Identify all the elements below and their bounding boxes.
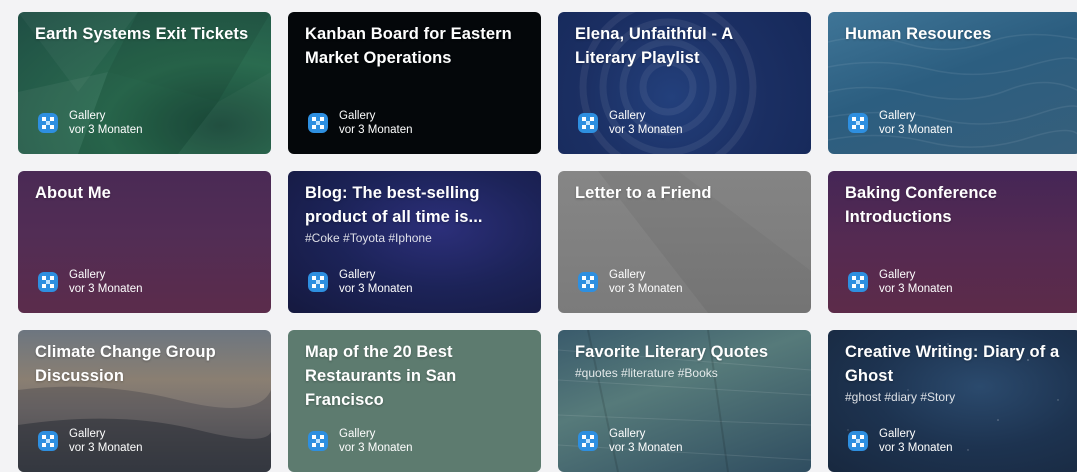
card-owner: Gallery (69, 428, 106, 440)
gallery-avatar-icon (308, 272, 328, 292)
gallery-avatar-icon (578, 431, 598, 451)
card-owner: Gallery (609, 269, 646, 281)
card-title: Kanban Board for Eastern Market Operatio… (305, 25, 512, 67)
card-timestamp: vor 3 Monaten (69, 124, 143, 136)
card-owner: Gallery (339, 110, 376, 122)
card-owner: Gallery (339, 428, 376, 440)
card-title: Human Resources (845, 25, 992, 43)
padlet-card-climate-change[interactable]: Climate Change Group Discussion Gallery … (18, 330, 271, 472)
padlet-card-about-me[interactable]: About Me Gallery vor 3 Monaten (18, 171, 271, 313)
card-tags: #quotes #literature #Books (575, 366, 718, 380)
padlet-card-baking-conference[interactable]: Baking Conference Introductions Gallery … (828, 171, 1077, 313)
card-footer: Gallery vor 3 Monaten (36, 109, 143, 137)
gallery-avatar-icon (38, 272, 58, 292)
card-owner: Gallery (879, 110, 916, 122)
card-timestamp: vor 3 Monaten (339, 442, 413, 454)
card-timestamp: vor 3 Monaten (879, 442, 953, 454)
card-title: About Me (35, 184, 111, 202)
card-footer: Gallery vor 3 Monaten (306, 268, 413, 296)
padlet-card-earth-systems[interactable]: Earth Systems Exit Tickets Gallery vor 3… (18, 12, 271, 154)
gallery-avatar-icon (308, 113, 328, 133)
card-footer: Gallery vor 3 Monaten (36, 268, 143, 296)
card-footer: Gallery vor 3 Monaten (576, 268, 683, 296)
card-title: Favorite Literary Quotes (575, 343, 769, 361)
card-owner: Gallery (609, 110, 646, 122)
gallery-avatar-icon (578, 272, 598, 292)
card-timestamp: vor 3 Monaten (69, 442, 143, 454)
padlet-card-creative-writing[interactable]: Creative Writing: Diary of a Ghost #ghos… (828, 330, 1077, 472)
card-title: Creative Writing: Diary of a Ghost (845, 343, 1060, 385)
card-tags: #Coke #Toyota #Iphone (305, 231, 432, 245)
padlet-card-literary-quotes[interactable]: Favorite Literary Quotes #quotes #litera… (558, 330, 811, 472)
card-title: Map of the 20 Best Restaurants in San Fr… (305, 343, 457, 409)
card-title: Letter to a Friend (575, 184, 712, 202)
card-owner: Gallery (339, 269, 376, 281)
card-timestamp: vor 3 Monaten (609, 283, 683, 295)
card-footer: Gallery vor 3 Monaten (576, 109, 683, 137)
gallery-avatar-icon (38, 431, 58, 451)
card-footer: Gallery vor 3 Monaten (306, 427, 413, 455)
card-owner: Gallery (609, 428, 646, 440)
card-timestamp: vor 3 Monaten (339, 124, 413, 136)
gallery-avatar-icon (308, 431, 328, 451)
card-timestamp: vor 3 Monaten (879, 283, 953, 295)
card-owner: Gallery (879, 428, 916, 440)
gallery-avatar-icon (848, 272, 868, 292)
card-timestamp: vor 3 Monaten (609, 124, 683, 136)
card-owner: Gallery (69, 269, 106, 281)
card-footer: Gallery vor 3 Monaten (36, 427, 143, 455)
card-footer: Gallery vor 3 Monaten (846, 268, 953, 296)
card-timestamp: vor 3 Monaten (339, 283, 413, 295)
card-timestamp: vor 3 Monaten (879, 124, 953, 136)
card-owner: Gallery (879, 269, 916, 281)
card-title: Blog: The best-selling product of all ti… (305, 184, 483, 226)
gallery-avatar-icon (848, 431, 868, 451)
padlet-card-blog-best-selling[interactable]: Blog: The best-selling product of all ti… (288, 171, 541, 313)
gallery-avatar-icon (38, 113, 58, 133)
card-footer: Gallery vor 3 Monaten (846, 427, 953, 455)
card-title: Elena, Unfaithful - A Literary Playlist (575, 25, 733, 67)
card-footer: Gallery vor 3 Monaten (306, 109, 413, 137)
card-title: Climate Change Group Discussion (35, 343, 216, 385)
card-footer: Gallery vor 3 Monaten (576, 427, 683, 455)
card-footer: Gallery vor 3 Monaten (846, 109, 953, 137)
padlet-card-letter-to-friend[interactable]: Letter to a Friend Gallery vor 3 Monaten (558, 171, 811, 313)
padlet-card-elena-playlist[interactable]: Elena, Unfaithful - A Literary Playlist … (558, 12, 811, 154)
card-timestamp: vor 3 Monaten (69, 283, 143, 295)
gallery-avatar-icon (578, 113, 598, 133)
card-tags: #ghost #diary #Story (845, 390, 956, 404)
card-title: Earth Systems Exit Tickets (35, 25, 249, 43)
card-title: Baking Conference Introductions (845, 184, 998, 226)
gallery-avatar-icon (848, 113, 868, 133)
padlet-card-human-resources[interactable]: Human Resources Gallery vor 3 Monaten (828, 12, 1077, 154)
card-timestamp: vor 3 Monaten (609, 442, 683, 454)
padlet-card-map-restaurants[interactable]: Map of the 20 Best Restaurants in San Fr… (288, 330, 541, 472)
card-owner: Gallery (69, 110, 106, 122)
padlet-card-kanban-board[interactable]: Kanban Board for Eastern Market Operatio… (288, 12, 541, 154)
